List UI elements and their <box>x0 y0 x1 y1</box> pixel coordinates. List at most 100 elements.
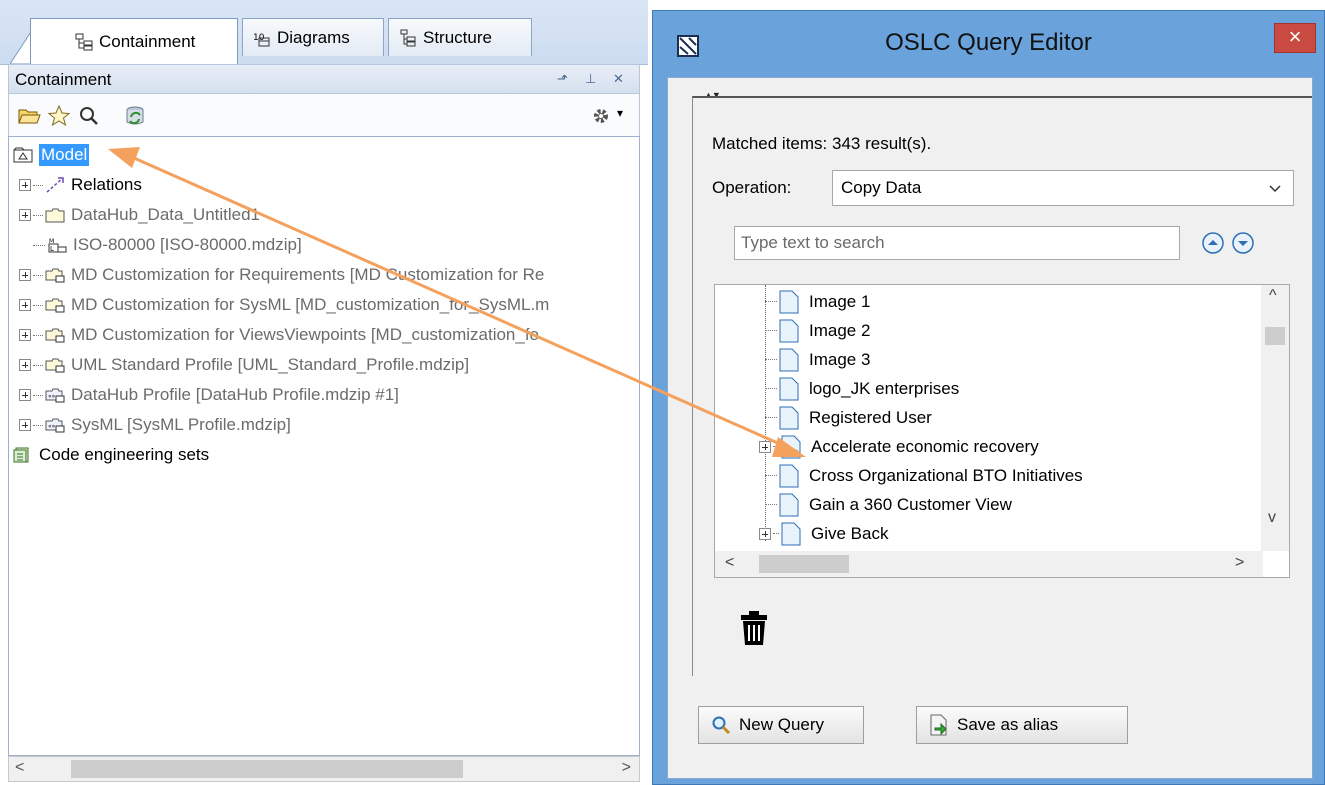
tree-item-iso-80000[interactable]: M L ISO-80000 [ISO-80000.mdzip] <box>31 230 302 260</box>
new-query-button[interactable]: New Query <box>698 706 864 744</box>
horizontal-scrollbar[interactable]: < > <box>8 756 640 782</box>
expand-icon[interactable] <box>19 389 31 401</box>
tree-item-md-customization-views[interactable]: MD Customization for ViewsViewpoints [MD… <box>19 320 539 350</box>
result-item[interactable]: Image 1 <box>765 287 870 316</box>
scroll-right-icon[interactable]: > <box>1235 554 1244 572</box>
tree-item-label: DataHub_Data_Untitled1 <box>71 205 261 224</box>
relations-icon <box>46 177 64 193</box>
result-label: Cross Organizational BTO Initiatives <box>809 465 1083 485</box>
expand-icon[interactable] <box>19 299 31 311</box>
tree-item-datahub-profile[interactable]: «» DataHub Profile [DataHub Profile.mdzi… <box>19 380 399 410</box>
scroll-right-icon[interactable]: > <box>622 759 631 777</box>
package-icon <box>45 208 65 223</box>
result-item[interactable]: logo_JK enterprises <box>765 374 959 403</box>
tree-item-label: Model <box>39 144 90 166</box>
containment-panel: Containment 10 Diagrams Structure Contai… <box>0 0 648 785</box>
search-icon[interactable] <box>77 104 101 128</box>
document-icon <box>779 377 799 400</box>
tree-item-label: MD Customization for SysML [MD_customiza… <box>71 295 550 314</box>
tab-containment-label: Containment <box>99 31 196 51</box>
close-button[interactable]: × <box>1274 23 1316 53</box>
shared-package-icon <box>45 268 65 283</box>
result-label: Give Back <box>811 523 889 543</box>
result-label: Image 2 <box>809 320 871 340</box>
shared-package-icon <box>45 298 65 313</box>
result-label: logo_JK enterprises <box>809 378 960 398</box>
star-icon[interactable] <box>47 104 71 128</box>
tab-containment[interactable]: Containment <box>30 18 238 64</box>
dialog-body: ▲▼ Matched items: 343 result(s). Operati… <box>667 77 1313 779</box>
gear-icon[interactable] <box>589 104 613 128</box>
expand-icon[interactable] <box>19 329 31 341</box>
scrollbar-thumb[interactable] <box>1265 327 1285 345</box>
scroll-left-icon[interactable]: < <box>725 554 734 572</box>
scrollbar-thumb[interactable] <box>759 555 849 573</box>
expand-icon[interactable] <box>19 359 31 371</box>
scrollbar-thumb[interactable] <box>71 760 463 778</box>
tree-item-label: Relations <box>71 175 142 194</box>
shared-package-icon <box>45 328 65 343</box>
dialog-title-bar[interactable]: OSLC Query Editor × <box>653 11 1324 77</box>
tree-item-label: ISO-80000 [ISO-80000.mdzip] <box>73 235 302 254</box>
tree-item-label: MD Customization for Requirements [MD Cu… <box>71 265 545 284</box>
expand-icon[interactable] <box>759 527 771 540</box>
expand-icon[interactable] <box>759 440 771 453</box>
oslc-query-editor-dialog: OSLC Query Editor × ▲▼ Matched items: 34… <box>652 10 1325 785</box>
horizontal-scrollbar[interactable]: < > <box>715 551 1263 577</box>
chevron-down-icon[interactable]: ▾ <box>617 106 623 120</box>
result-item[interactable]: Give Back <box>759 519 888 548</box>
save-as-alias-label: Save as alias <box>957 715 1059 734</box>
tree-item-md-customization-sysml[interactable]: MD Customization for SysML [MD_customiza… <box>19 290 549 320</box>
result-item[interactable]: Image 3 <box>765 345 870 374</box>
tab-structure-label: Structure <box>423 27 492 47</box>
matched-items-text: Matched items: 343 result(s). <box>712 134 932 153</box>
expand-icon[interactable] <box>19 179 31 191</box>
previous-match-button[interactable] <box>1200 230 1226 256</box>
containment-tree: Model Relations DataHub_Data_Untitled1 M <box>8 136 640 756</box>
pin-icon[interactable]: ⊥ <box>585 71 596 87</box>
result-item[interactable]: Gain a 360 Customer View <box>765 490 1012 519</box>
result-item[interactable]: Accelerate economic recovery <box>759 432 1039 461</box>
containment-icon <box>75 33 93 50</box>
document-icon <box>781 435 801 458</box>
tab-structure[interactable]: Structure <box>388 18 532 56</box>
expand-icon[interactable] <box>19 269 31 281</box>
tree-item-datahub-data[interactable]: DataHub_Data_Untitled1 <box>19 200 260 230</box>
trash-icon[interactable] <box>740 610 768 646</box>
float-window-icon[interactable]: ⬏ <box>557 71 568 87</box>
document-icon <box>779 290 799 313</box>
refresh-server-icon[interactable] <box>123 104 147 128</box>
scroll-down-icon[interactable]: v <box>1268 509 1276 527</box>
vertical-scrollbar[interactable]: ^ v <box>1261 285 1289 551</box>
operation-select[interactable]: Copy Data <box>832 170 1294 206</box>
tree-item-label: MD Customization for ViewsViewpoints [MD… <box>71 325 540 344</box>
open-folder-icon[interactable] <box>17 104 41 128</box>
tree-item-label: UML Standard Profile [UML_Standard_Profi… <box>71 355 470 374</box>
tab-diagrams[interactable]: 10 Diagrams <box>242 18 384 56</box>
result-item[interactable]: Registered User <box>765 403 932 432</box>
document-icon <box>779 493 799 516</box>
scroll-left-icon[interactable]: < <box>15 759 24 777</box>
result-item[interactable]: Cross Organizational BTO Initiatives <box>765 461 1083 490</box>
document-icon <box>779 319 799 342</box>
close-icon[interactable]: ✕ <box>613 71 624 87</box>
result-item[interactable]: Image 2 <box>765 316 870 345</box>
tree-item-sysml[interactable]: «» SysML [SysML Profile.mdzip] <box>19 410 291 440</box>
operation-value: Copy Data <box>841 178 922 197</box>
tree-item-code-engineering-sets[interactable]: Code engineering sets <box>13 440 209 470</box>
next-match-button[interactable] <box>1230 230 1256 256</box>
tree-item-md-customization-requirements[interactable]: MD Customization for Requirements [MD Cu… <box>19 260 544 290</box>
document-icon <box>779 406 799 429</box>
diagrams-icon: 10 <box>253 33 270 46</box>
tree-item-model[interactable]: Model <box>13 140 90 170</box>
tree-item-label: DataHub Profile [DataHub Profile.mdzip #… <box>71 385 399 404</box>
tree-item-relations[interactable]: Relations <box>19 170 142 200</box>
expand-icon[interactable] <box>19 419 31 431</box>
search-input[interactable] <box>734 226 1180 260</box>
shared-package-icon <box>45 358 65 373</box>
scroll-up-icon[interactable]: ^ <box>1269 287 1277 305</box>
tree-item-uml-standard-profile[interactable]: UML Standard Profile [UML_Standard_Profi… <box>19 350 469 380</box>
save-as-alias-button[interactable]: Save as alias <box>916 706 1128 744</box>
expand-icon[interactable] <box>19 209 31 221</box>
document-icon <box>779 348 799 371</box>
